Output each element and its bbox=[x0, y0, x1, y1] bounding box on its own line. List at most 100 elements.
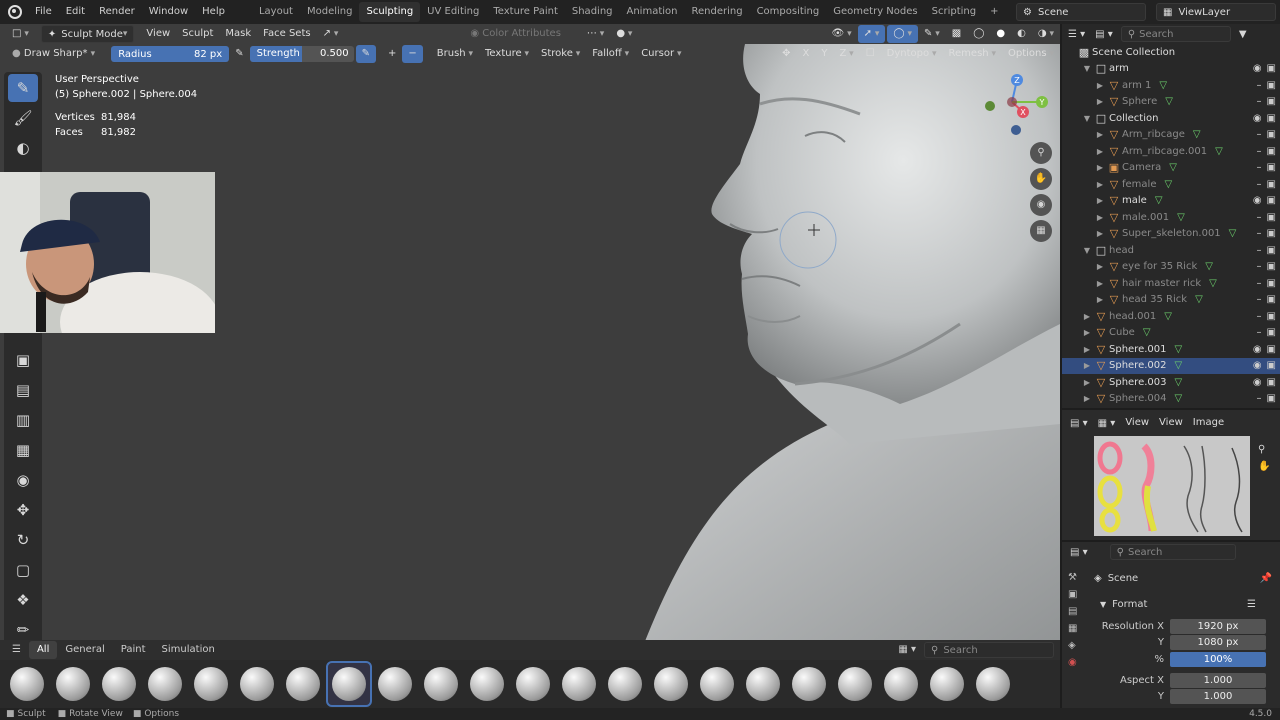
navigation-gizmo[interactable]: Z X Y bbox=[980, 72, 1050, 142]
outliner-row-cube[interactable]: ▶ ▽ Cube ▽ – ▣ bbox=[1062, 325, 1280, 342]
eye-icon[interactable]: – bbox=[1257, 261, 1262, 272]
brush-thumb-clay-strips[interactable] bbox=[98, 663, 140, 705]
eye-icon[interactable]: – bbox=[1257, 179, 1262, 190]
tab-geometry-nodes[interactable]: Geometry Nodes bbox=[826, 2, 924, 22]
chevron-right-icon[interactable]: ▶ bbox=[1094, 130, 1106, 139]
move-tool-icon[interactable]: ✥ bbox=[8, 496, 38, 524]
outliner-row-male-001[interactable]: ▶ ▽ male.001 ▽ – ▣ bbox=[1062, 209, 1280, 226]
scene-collection-row[interactable]: ▩ Scene Collection bbox=[1062, 44, 1280, 61]
mirror-x-toggle[interactable]: X bbox=[796, 45, 815, 63]
brush-thumb-inflate[interactable] bbox=[512, 663, 554, 705]
outliner-row-sphere-001[interactable]: ▶ ▽ Sphere.001 ▽ ◉ ▣ bbox=[1062, 341, 1280, 358]
eye-icon[interactable]: – bbox=[1257, 96, 1262, 107]
brush-picker-icon[interactable]: ✎ bbox=[918, 25, 946, 43]
camera-view-icon[interactable]: ◉ bbox=[1030, 194, 1052, 216]
brush-thumb-clay-thumb[interactable] bbox=[144, 663, 186, 705]
render-camera-icon[interactable]: ▣ bbox=[1267, 278, 1276, 289]
mesh-data-icon[interactable]: ▽ bbox=[1165, 96, 1173, 107]
chevron-right-icon[interactable]: ▶ bbox=[1081, 312, 1093, 321]
remesh-dropdown[interactable]: Remesh bbox=[943, 45, 1002, 63]
eye-icon[interactable]: ◉ bbox=[1253, 63, 1262, 74]
render-camera-icon[interactable]: ▣ bbox=[1267, 195, 1276, 206]
menu-edit[interactable]: Edit bbox=[59, 2, 92, 22]
dyntopo-dropdown[interactable]: Dyntopo bbox=[881, 45, 943, 63]
brush-thumb-crease[interactable] bbox=[190, 663, 232, 705]
mesh-data-icon[interactable]: ▽ bbox=[1164, 179, 1172, 190]
outliner-row-male[interactable]: ▶ ▽ male ▽ ◉ ▣ bbox=[1062, 193, 1280, 210]
output-tab-icon[interactable]: ▤ bbox=[1068, 606, 1077, 617]
render-camera-icon[interactable]: ▣ bbox=[1267, 146, 1276, 157]
chevron-right-icon[interactable]: ▶ bbox=[1094, 196, 1106, 205]
shelf-tab-simulation[interactable]: Simulation bbox=[154, 641, 223, 659]
render-camera-icon[interactable]: ▣ bbox=[1267, 311, 1276, 322]
chevron-right-icon[interactable]: ▶ bbox=[1094, 147, 1106, 156]
mesh-data-icon[interactable]: ▽ bbox=[1159, 80, 1167, 91]
outliner-row-eye-for-35-rick[interactable]: ▶ ▽ eye for 35 Rick ▽ – ▣ bbox=[1062, 259, 1280, 276]
brush-thumb-grab[interactable] bbox=[466, 663, 508, 705]
property-value-field[interactable]: 1920 px bbox=[1170, 618, 1266, 634]
tab-shading[interactable]: Shading bbox=[565, 2, 620, 22]
strength-pressure-icon[interactable]: ✎ bbox=[355, 45, 376, 63]
eye-icon[interactable]: – bbox=[1257, 327, 1262, 338]
eye-icon[interactable]: – bbox=[1257, 294, 1262, 305]
menu-mask[interactable]: Mask bbox=[219, 25, 257, 43]
stroke-menu[interactable]: Stroke bbox=[535, 45, 586, 63]
outliner-row-head-35-rick[interactable]: ▶ ▽ head 35 Rick ▽ – ▣ bbox=[1062, 292, 1280, 309]
image-menu-image[interactable]: Image bbox=[1193, 414, 1224, 432]
render-camera-icon[interactable]: ▣ bbox=[1267, 393, 1276, 404]
mirror-y-toggle[interactable]: Y bbox=[815, 45, 833, 63]
eye-icon[interactable]: – bbox=[1257, 129, 1262, 140]
radius-slider[interactable]: Radius 82 px bbox=[111, 46, 230, 62]
mesh-data-icon[interactable]: ▽ bbox=[1229, 228, 1237, 239]
tab-scripting[interactable]: Scripting bbox=[925, 2, 983, 22]
mesh-data-icon[interactable]: ▽ bbox=[1175, 377, 1183, 388]
mode-selector[interactable]: ✦ Sculpt Mode bbox=[40, 25, 135, 43]
eye-icon[interactable]: ◉ bbox=[1253, 344, 1262, 355]
paint-brush-tool-icon[interactable]: 🖌 bbox=[8, 104, 38, 132]
mesh-data-icon[interactable]: ▽ bbox=[1175, 344, 1183, 355]
mirror-z-toggle[interactable]: Z bbox=[833, 45, 859, 63]
image-editor-type-icon[interactable]: ▤ ▾ bbox=[1070, 418, 1088, 429]
symmetry-icon[interactable]: ↗ bbox=[317, 25, 345, 43]
outliner-row-female[interactable]: ▶ ▽ female ▽ – ▣ bbox=[1062, 176, 1280, 193]
mesh-data-icon[interactable]: ▽ bbox=[1155, 195, 1163, 206]
tab-modeling[interactable]: Modeling bbox=[300, 2, 360, 22]
filter-icon[interactable]: ▼ bbox=[1239, 29, 1247, 40]
box-mask-tool-icon[interactable]: ▤ bbox=[8, 376, 38, 404]
render-camera-icon[interactable]: ▣ bbox=[1267, 113, 1276, 124]
mesh-data-icon[interactable]: ▽ bbox=[1193, 129, 1201, 140]
tab-layout[interactable]: Layout bbox=[252, 2, 300, 22]
outliner-editor-icon[interactable]: ☰ ▾ bbox=[1068, 29, 1085, 40]
brush-thumb-elastic[interactable] bbox=[374, 663, 416, 705]
image-view-icon[interactable]: ▦ ▾ bbox=[1098, 418, 1116, 429]
eye-icon[interactable]: – bbox=[1257, 228, 1262, 239]
menu-help[interactable]: Help bbox=[195, 2, 232, 22]
mesh-data-icon[interactable]: ▽ bbox=[1209, 278, 1217, 289]
solid-shading-icon[interactable]: ● bbox=[990, 25, 1011, 43]
scene-selector[interactable]: ⚙ Scene bbox=[1016, 3, 1146, 21]
outliner-row-head[interactable]: ▼ □ head – ▣ bbox=[1062, 242, 1280, 259]
display-mode-icon[interactable]: ▤ ▾ bbox=[1095, 29, 1113, 40]
chevron-right-icon[interactable]: ▶ bbox=[1081, 361, 1093, 370]
chevron-down-icon[interactable]: ▼ bbox=[1081, 246, 1093, 255]
brush-thumb-thumb[interactable] bbox=[788, 663, 830, 705]
mesh-data-icon[interactable]: ▽ bbox=[1205, 261, 1213, 272]
chevron-right-icon[interactable]: ▶ bbox=[1094, 229, 1106, 238]
image-menu-view-2[interactable]: View bbox=[1159, 414, 1183, 432]
visibility-icon[interactable]: 👁 bbox=[826, 25, 858, 43]
render-camera-icon[interactable]: ▣ bbox=[1267, 360, 1276, 371]
tab-rendering[interactable]: Rendering bbox=[684, 2, 749, 22]
line-project-tool-icon[interactable]: ◉ bbox=[8, 466, 38, 494]
tab-animation[interactable]: Animation bbox=[620, 2, 685, 22]
eye-icon[interactable]: ◉ bbox=[1253, 113, 1262, 124]
direction-add-icon[interactable]: + bbox=[382, 45, 402, 63]
chevron-right-icon[interactable]: ▶ bbox=[1094, 262, 1106, 271]
eye-icon[interactable]: – bbox=[1257, 393, 1262, 404]
chevron-right-icon[interactable]: ▶ bbox=[1094, 163, 1106, 172]
chevron-down-icon[interactable]: ▼ bbox=[1081, 114, 1093, 123]
mesh-data-icon[interactable]: ▽ bbox=[1195, 294, 1203, 305]
chevron-right-icon[interactable]: ▶ bbox=[1081, 378, 1093, 387]
outliner-row-arm-ribcage[interactable]: ▶ ▽ Arm_ribcage ▽ – ▣ bbox=[1062, 127, 1280, 144]
wireframe-shading-icon[interactable]: ◯ bbox=[967, 25, 990, 43]
brush-thumb-fill[interactable] bbox=[420, 663, 462, 705]
